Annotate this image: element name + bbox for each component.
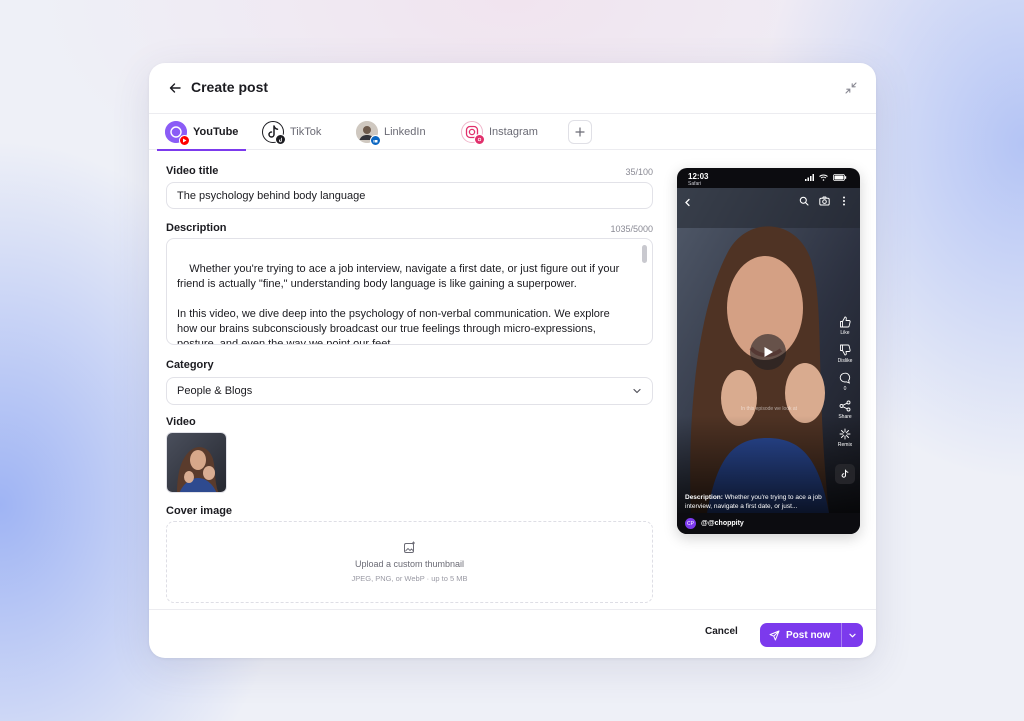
description-text: Whether you're trying to ace a job inter… bbox=[177, 263, 620, 345]
dislike-action[interactable]: Dislike bbox=[835, 344, 855, 364]
video-title-label: Video title bbox=[166, 165, 219, 177]
camera-button[interactable] bbox=[819, 193, 830, 211]
tab-instagram[interactable]: Instagram bbox=[453, 114, 546, 150]
video-title-input[interactable] bbox=[166, 182, 653, 209]
description-textarea[interactable]: Whether you're trying to ace a job inter… bbox=[166, 238, 653, 345]
remix-icon bbox=[839, 428, 851, 440]
post-button-group: Post now bbox=[760, 623, 864, 647]
category-label: Category bbox=[166, 359, 214, 371]
comments-count: 0 bbox=[843, 386, 847, 392]
comments-action[interactable]: 0 bbox=[835, 372, 855, 392]
video-frame-image bbox=[167, 433, 226, 492]
play-button[interactable] bbox=[750, 334, 786, 370]
description-label: Description bbox=[166, 222, 227, 234]
tab-label: YouTube bbox=[193, 126, 239, 138]
more-vertical-icon bbox=[843, 196, 845, 206]
platform-tabs: YouTube TikTok LinkedIn Instagram bbox=[149, 113, 876, 151]
create-post-modal: Create post YouTube TikTok LinkedIn Inst… bbox=[149, 63, 876, 658]
like-label: Like bbox=[840, 330, 850, 336]
status-carrier: Safari bbox=[688, 181, 702, 187]
cover-image-label: Cover image bbox=[166, 505, 233, 517]
tab-label: LinkedIn bbox=[384, 126, 426, 138]
avatar bbox=[165, 121, 190, 146]
modal-header: Create post bbox=[149, 63, 876, 113]
search-button[interactable] bbox=[799, 193, 809, 211]
arrow-left-icon bbox=[169, 83, 181, 93]
remix-label: Remix bbox=[837, 442, 853, 448]
thumbs-down-icon bbox=[840, 344, 851, 356]
avatar bbox=[461, 121, 485, 145]
remix-action[interactable]: Remix bbox=[835, 428, 855, 448]
avatar bbox=[262, 121, 286, 145]
avatar bbox=[356, 121, 381, 146]
back-chevron-button[interactable] bbox=[683, 194, 692, 212]
sound-button[interactable] bbox=[835, 464, 855, 484]
share-action[interactable]: Share bbox=[835, 400, 855, 420]
wifi-icon bbox=[819, 174, 828, 181]
dislike-label: Dislike bbox=[837, 358, 853, 364]
add-platform-button[interactable] bbox=[568, 120, 592, 144]
signal-icon bbox=[805, 174, 814, 181]
modal-footer: Cancel Post now bbox=[149, 609, 876, 658]
category-select[interactable]: People & Blogs bbox=[166, 377, 653, 405]
tab-youtube[interactable]: YouTube bbox=[157, 114, 247, 151]
camera-icon bbox=[819, 196, 830, 206]
category-value: People & Blogs bbox=[177, 385, 253, 397]
send-icon bbox=[769, 630, 780, 640]
more-options-button[interactable] bbox=[842, 193, 846, 211]
instagram-icon bbox=[474, 134, 485, 145]
description-counter: 1035/5000 bbox=[610, 224, 653, 234]
like-action[interactable]: Like bbox=[835, 316, 855, 336]
youtube-icon bbox=[179, 135, 190, 146]
post-now-button[interactable]: Post now bbox=[760, 623, 841, 647]
tab-linkedin[interactable]: LinkedIn bbox=[348, 114, 434, 150]
description-prefix: Description: bbox=[685, 494, 723, 501]
cover-upload-dropzone[interactable]: Upload a custom thumbnail JPEG, PNG, or … bbox=[166, 521, 653, 603]
page-title: Create post bbox=[191, 79, 269, 95]
collapse-button[interactable] bbox=[842, 79, 860, 97]
post-options-button[interactable] bbox=[841, 623, 863, 647]
chevron-down-icon bbox=[633, 388, 641, 394]
comment-icon bbox=[839, 372, 851, 384]
tiktok-sound-icon bbox=[841, 469, 849, 478]
image-upload-icon bbox=[404, 541, 415, 553]
channel-avatar[interactable]: CP bbox=[685, 518, 696, 529]
play-icon bbox=[764, 347, 773, 357]
tab-label: Instagram bbox=[489, 126, 538, 138]
post-now-label: Post now bbox=[786, 629, 831, 641]
video-label: Video bbox=[166, 416, 196, 428]
cancel-button[interactable]: Cancel bbox=[705, 626, 738, 637]
scrollbar-thumb[interactable] bbox=[642, 245, 647, 263]
chevron-down-icon bbox=[849, 633, 857, 637]
share-icon bbox=[839, 400, 851, 412]
minimize-icon bbox=[845, 82, 857, 94]
channel-handle[interactable]: @@choppity bbox=[701, 520, 744, 527]
tab-tiktok[interactable]: TikTok bbox=[254, 114, 329, 150]
plus-icon bbox=[575, 127, 585, 137]
preview-video[interactable]: In this episode we look at Like Dislike … bbox=[677, 188, 860, 513]
status-time: 12:03 bbox=[688, 172, 709, 181]
upload-hint: JPEG, PNG, or WebP · up to 5 MB bbox=[351, 574, 468, 583]
status-bar: 12:03 Safari bbox=[677, 168, 860, 188]
back-button[interactable] bbox=[165, 78, 185, 98]
search-icon bbox=[799, 196, 809, 206]
share-label: Share bbox=[838, 414, 852, 420]
upload-title: Upload a custom thumbnail bbox=[354, 559, 465, 569]
mobile-preview: 12:03 Safari In this episode we look at … bbox=[677, 168, 860, 534]
linkedin-icon bbox=[370, 135, 381, 146]
caption-overlay: In this episode we look at bbox=[740, 406, 798, 412]
battery-icon bbox=[833, 174, 847, 181]
video-thumbnail[interactable] bbox=[166, 432, 227, 493]
video-title-counter: 35/100 bbox=[625, 167, 653, 177]
channel-bar: CP @@choppity bbox=[677, 513, 860, 534]
preview-description: Description: Whether you're trying to ac… bbox=[685, 493, 825, 511]
tab-label: TikTok bbox=[290, 126, 322, 138]
chevron-left-icon bbox=[685, 198, 690, 207]
thumbs-up-icon bbox=[840, 316, 851, 328]
tiktok-icon bbox=[275, 134, 286, 145]
